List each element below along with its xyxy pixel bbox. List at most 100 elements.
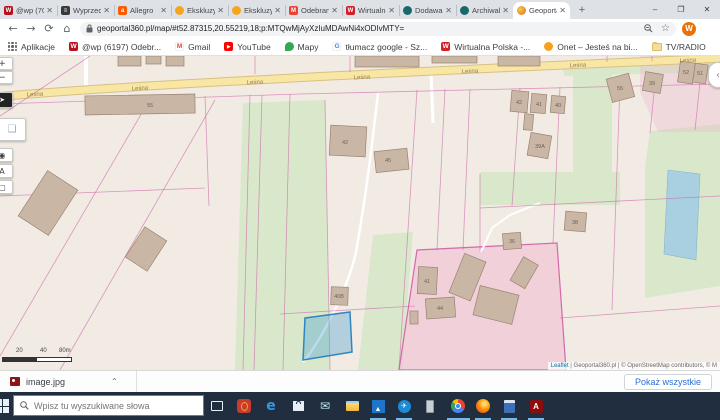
- store-icon[interactable]: [289, 397, 307, 415]
- back-icon[interactable]: ←: [4, 21, 22, 37]
- building: [355, 56, 419, 67]
- photos-icon[interactable]: ▲: [369, 397, 387, 415]
- locate-button[interactable]: ➤: [0, 92, 13, 108]
- windows-taskbar: e ✉ ▲ ✈ A: [0, 392, 720, 420]
- youtube-icon: ▶: [224, 42, 233, 51]
- zoom-in-button[interactable]: +: [0, 57, 13, 70]
- bookmark-wp-mail[interactable]: W @wp (6197) Odebr...: [69, 42, 161, 52]
- lock-icon: [86, 24, 93, 33]
- panel-collapse-button[interactable]: ‹: [708, 62, 720, 88]
- tab-label: Wyprzed: [73, 6, 101, 15]
- measure-tool-button[interactable]: A: [0, 164, 13, 178]
- building: [18, 171, 78, 236]
- start-button-icon[interactable]: [0, 399, 9, 413]
- zoom-out-button[interactable]: −: [0, 71, 13, 84]
- gmail-favicon-icon: M: [289, 6, 298, 15]
- google-icon: G: [332, 42, 341, 51]
- reload-icon[interactable]: ⟳: [40, 21, 58, 37]
- layers-button[interactable]: ❏: [0, 118, 26, 141]
- home-icon[interactable]: ⌂: [58, 21, 76, 37]
- road-label: Leśna: [354, 75, 371, 82]
- opera-icon[interactable]: [235, 397, 253, 415]
- minimize-button[interactable]: –: [642, 0, 668, 19]
- building-label: 40B: [334, 294, 344, 300]
- task-view-icon[interactable]: [208, 397, 226, 415]
- bookmark-apps[interactable]: Aplikacje: [8, 42, 55, 52]
- gmail-icon: M: [175, 42, 184, 51]
- close-tab-icon[interactable]: ✕: [46, 6, 53, 15]
- tab-wyprzedaze[interactable]: ≡ Wyprzed ✕: [57, 2, 114, 19]
- building-label: 55: [147, 103, 153, 109]
- tab-label: Allegro: [130, 6, 158, 15]
- edge-icon[interactable]: e: [262, 397, 280, 415]
- acrobat-icon[interactable]: A: [527, 397, 545, 415]
- bookmark-wirtualna-polska[interactable]: W Wirtualna Polska -...: [441, 42, 530, 52]
- blue-circle-app-icon[interactable]: ✈: [395, 397, 413, 415]
- close-tab-icon[interactable]: ✕: [388, 6, 395, 15]
- bookmark-star-icon[interactable]: ☆: [661, 23, 670, 34]
- tab-label: Odebran: [301, 6, 329, 15]
- close-tab-icon[interactable]: ✕: [274, 6, 281, 15]
- marker-tool-button[interactable]: ◉: [0, 148, 13, 162]
- close-tab-icon[interactable]: ✕: [217, 6, 224, 15]
- phone-device-icon[interactable]: [421, 397, 439, 415]
- tab-label: Ekskluzy: [187, 6, 215, 15]
- tab-allegro[interactable]: a Allegro ✕: [114, 2, 171, 19]
- bookmark-onet[interactable]: Onet – Jesteś na bi...: [544, 42, 637, 52]
- tab-wp[interactable]: W @wp (70 ✕: [0, 2, 57, 19]
- selected-parcel[interactable]: [303, 312, 352, 360]
- leaflet-link[interactable]: Leaflet: [551, 363, 569, 369]
- site-favicon-icon: [460, 6, 469, 15]
- close-tab-icon[interactable]: ✕: [331, 6, 338, 15]
- running-indicator: [396, 418, 412, 420]
- bookmark-folder-tv-radio[interactable]: TV/RADIO: [652, 42, 706, 52]
- tab-wirtualna-polska[interactable]: W Wirtualn ✕: [342, 2, 399, 19]
- forward-icon[interactable]: →: [22, 21, 40, 37]
- new-tab-button[interactable]: +: [574, 2, 590, 18]
- building-label: 52: [683, 70, 689, 76]
- firefox-icon[interactable]: [474, 397, 492, 415]
- close-tab-icon[interactable]: ✕: [160, 6, 167, 15]
- show-all-downloads-button[interactable]: Pokaż wszystkie: [624, 374, 712, 390]
- download-menu-caret-icon[interactable]: ⌃: [111, 377, 118, 386]
- close-tab-icon[interactable]: ✕: [559, 6, 566, 15]
- close-tab-icon[interactable]: ✕: [103, 6, 110, 15]
- zoom-indicator-icon[interactable]: [644, 24, 653, 33]
- building: [85, 94, 195, 115]
- search-input[interactable]: [34, 401, 184, 411]
- road-label: Leśna: [462, 69, 479, 76]
- profile-avatar[interactable]: W: [682, 22, 696, 36]
- bookmark-maps[interactable]: Mapy: [285, 42, 319, 52]
- bookmark-gmail[interactable]: M Gmail: [175, 42, 210, 52]
- desktop: W @wp (70 ✕ ≡ Wyprzed ✕ a Allegro ✕ Eksk…: [0, 0, 720, 420]
- file-explorer-icon[interactable]: [343, 397, 361, 415]
- image-file-icon: [10, 377, 20, 386]
- url-text: geoportal360.pl/map/#t52.87315,20.55219,…: [97, 24, 644, 33]
- bookmark-youtube[interactable]: ▶ YouTube: [224, 42, 270, 52]
- url-bar[interactable]: geoportal360.pl/map/#t52.87315,20.55219,…: [80, 22, 676, 36]
- tab-dodawanie[interactable]: Dodawan ✕: [399, 2, 456, 19]
- close-window-button[interactable]: ✕: [694, 0, 720, 19]
- tab-ekskluzywne-1[interactable]: Ekskluzy ✕: [171, 2, 228, 19]
- tab-ekskluzywne-2[interactable]: Ekskluzy ✕: [228, 2, 285, 19]
- tab-gmail[interactable]: M Odebran ✕: [285, 2, 342, 19]
- tab-label: @wp (70: [16, 6, 44, 15]
- mail-icon[interactable]: ✉: [316, 397, 334, 415]
- tab-archiwalne[interactable]: Archiwal ✕: [456, 2, 513, 19]
- allegro-favicon-icon: a: [118, 6, 127, 15]
- close-tab-icon[interactable]: ✕: [502, 6, 509, 15]
- road-label: Leśna: [680, 58, 697, 65]
- taskbar-search[interactable]: [13, 395, 204, 416]
- map-canvas[interactable]: 55 42 45 42 41 40 39A 55 39 52 51 38 36 …: [0, 56, 720, 370]
- onet-icon: [544, 42, 553, 51]
- bookmark-translate[interactable]: G tłumacz google - Sz...: [332, 42, 427, 52]
- calculator-icon[interactable]: [500, 397, 518, 415]
- download-item[interactable]: image.jpg ⌃: [0, 371, 128, 392]
- tab-geoportal-active[interactable]: Geoporta ✕: [513, 2, 570, 19]
- road-label: Leśna: [132, 86, 149, 93]
- close-tab-icon[interactable]: ✕: [445, 6, 452, 15]
- maximize-button[interactable]: ❐: [668, 0, 694, 19]
- tab-label: Geoporta: [529, 6, 557, 15]
- chrome-icon[interactable]: [449, 397, 467, 415]
- extent-tool-button[interactable]: ▢: [0, 180, 13, 194]
